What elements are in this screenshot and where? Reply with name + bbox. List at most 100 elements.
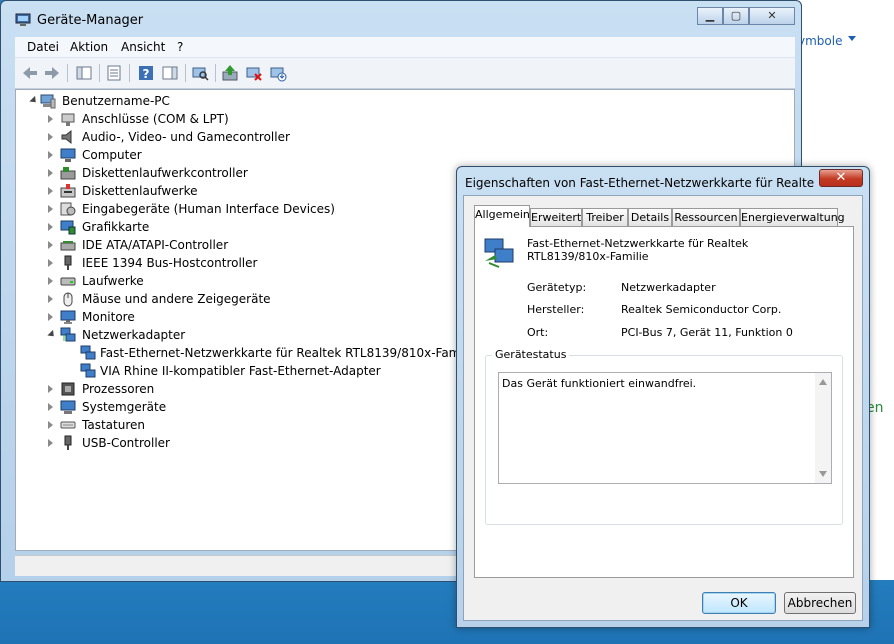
ide-controller-icon bbox=[60, 241, 76, 251]
field-value-ort: PCI-Bus 7, Gerät 11, Funktion 0 bbox=[621, 326, 793, 339]
expand-arrow-icon[interactable] bbox=[48, 223, 53, 231]
tree-item-label: Grafikkarte bbox=[82, 220, 150, 234]
tree-item-label: IDE ATA/ATAPI-Controller bbox=[82, 238, 229, 252]
tree-item-label: Netzwerkadapter bbox=[82, 328, 186, 342]
expand-arrow-icon[interactable] bbox=[48, 187, 53, 195]
tree-item-label: IEEE 1394 Bus-Hostcontroller bbox=[82, 256, 258, 270]
expand-arrow-icon[interactable] bbox=[48, 313, 53, 321]
expand-arrow-icon[interactable] bbox=[48, 169, 53, 177]
tab-energieverwaltung[interactable]: Energieverwaltung bbox=[740, 208, 845, 226]
scroll-up-icon[interactable] bbox=[819, 379, 827, 385]
port-icon bbox=[61, 113, 75, 126]
background-link[interactable]: ymbole bbox=[798, 34, 842, 48]
update-driver-icon[interactable] bbox=[221, 64, 239, 82]
tab-panel-allgemein: Fast-Ethernet-Netzwerkkarte für Realtek … bbox=[474, 226, 854, 578]
usb-icon bbox=[64, 435, 72, 450]
minimize-button[interactable]: ▁ bbox=[697, 7, 723, 25]
display-adapter-icon bbox=[60, 220, 76, 235]
help-icon[interactable]: ? bbox=[137, 64, 155, 82]
tree-item-label: Prozessoren bbox=[82, 382, 155, 396]
expand-arrow-icon[interactable] bbox=[48, 439, 53, 447]
action-pane-icon[interactable] bbox=[161, 64, 179, 82]
dropdown-arrow-icon[interactable] bbox=[848, 36, 856, 41]
collapse-arrow-icon[interactable] bbox=[29, 95, 39, 106]
show-hide-tree-icon[interactable] bbox=[75, 64, 93, 82]
expand-arrow-icon[interactable] bbox=[48, 115, 53, 123]
dialog-title: Eigenschaften von Fast-Ethernet-Netzwerk… bbox=[465, 176, 815, 190]
floppy-controller-icon bbox=[60, 167, 76, 180]
scan-hardware-icon[interactable] bbox=[191, 64, 209, 82]
disable-device-icon[interactable] bbox=[245, 64, 263, 82]
ok-button[interactable]: OK bbox=[702, 592, 776, 614]
menu-ansicht[interactable]: Ansicht bbox=[121, 40, 165, 54]
field-label-hersteller: Hersteller: bbox=[527, 303, 585, 316]
network-card-icon bbox=[80, 345, 96, 360]
toolbar-separator bbox=[185, 64, 186, 82]
speaker-icon bbox=[61, 129, 72, 145]
device-status-group: Gerätestatus Das Gerät funktioniert einw… bbox=[485, 348, 843, 525]
toolbar-separator bbox=[99, 64, 100, 82]
menu-datei[interactable]: Datei bbox=[27, 40, 59, 54]
mouse-icon bbox=[63, 292, 73, 307]
computer-icon bbox=[60, 148, 76, 162]
expand-arrow-icon[interactable] bbox=[48, 205, 53, 213]
expand-arrow-icon[interactable] bbox=[48, 277, 53, 285]
device-status-group-label: Gerätestatus bbox=[492, 348, 570, 361]
close-icon: ✕ bbox=[767, 9, 777, 22]
tab-details[interactable]: Details bbox=[628, 208, 672, 226]
tab-erweitert[interactable]: Erweitert bbox=[530, 208, 582, 226]
field-value-geraetetyp: Netzwerkadapter bbox=[621, 281, 716, 294]
expand-arrow-icon[interactable] bbox=[48, 385, 53, 393]
tab-treiber[interactable]: Treiber bbox=[582, 208, 628, 226]
network-adapter-icon bbox=[60, 327, 76, 342]
menu-aktion[interactable]: Aktion bbox=[70, 40, 108, 54]
svg-text:?: ? bbox=[143, 67, 150, 81]
window-title: Geräte-Manager bbox=[37, 13, 144, 28]
menu-help[interactable]: ? bbox=[177, 40, 183, 54]
cancel-button[interactable]: Abbrechen bbox=[784, 592, 856, 614]
device-status-textbox[interactable]: Das Gerät funktioniert einwandfrei. bbox=[498, 372, 832, 484]
expand-arrow-icon[interactable] bbox=[48, 151, 53, 159]
field-label-ort: Ort: bbox=[527, 326, 549, 339]
tree-item-label: Laufwerke bbox=[82, 274, 144, 288]
device-name-line1: Fast-Ethernet-Netzwerkkarte für Realtek bbox=[527, 237, 749, 250]
toolbar: ? bbox=[15, 57, 795, 89]
maximize-button[interactable]: ▢ bbox=[723, 7, 749, 25]
tree-item-label: Computer bbox=[82, 148, 142, 162]
maximize-icon: ▢ bbox=[730, 9, 742, 22]
device-name-line2: RTL8139/810x-Familie bbox=[527, 250, 649, 263]
processor-icon bbox=[61, 382, 75, 396]
network-card-icon bbox=[80, 363, 96, 378]
expand-arrow-icon[interactable] bbox=[48, 241, 53, 249]
forward-arrow-icon[interactable] bbox=[43, 64, 61, 82]
expand-arrow-icon[interactable] bbox=[48, 421, 53, 429]
uninstall-device-icon[interactable] bbox=[269, 64, 287, 82]
field-label-geraetetyp: Gerätetyp: bbox=[527, 281, 587, 294]
back-arrow-icon[interactable] bbox=[21, 64, 39, 82]
expand-arrow-icon[interactable] bbox=[48, 295, 53, 303]
expand-arrow-icon[interactable] bbox=[48, 133, 53, 141]
system-devices-icon bbox=[60, 400, 76, 414]
properties-icon[interactable] bbox=[105, 64, 123, 82]
window-close-button[interactable]: ✕ bbox=[749, 7, 795, 25]
tree-item-label: Systemgeräte bbox=[82, 400, 167, 414]
tree-item-label: Eingabegeräte (Human Interface Devices) bbox=[82, 202, 335, 216]
collapse-arrow-icon[interactable] bbox=[47, 329, 57, 340]
expand-arrow-icon[interactable] bbox=[48, 403, 53, 411]
dialog-close-button[interactable]: ✕ bbox=[819, 169, 863, 187]
status-scrollbar[interactable] bbox=[815, 373, 831, 483]
expand-arrow-icon[interactable] bbox=[48, 259, 53, 267]
menu-bar: Datei Aktion Ansicht ? bbox=[15, 37, 795, 57]
hid-icon bbox=[60, 202, 76, 216]
disk-drive-icon bbox=[60, 277, 76, 286]
tree-item-label: Audio-, Video- und Gamecontroller bbox=[82, 130, 290, 144]
tree-subitem-label: VIA Rhine II-kompatibler Fast-Ethernet-A… bbox=[100, 364, 381, 378]
tab-ressourcen[interactable]: Ressourcen bbox=[672, 208, 740, 226]
close-icon: ✕ bbox=[835, 170, 847, 185]
keyboard-icon bbox=[60, 421, 76, 429]
tab-allgemein[interactable]: Allgemein bbox=[474, 205, 530, 227]
device-manager-app-icon bbox=[15, 13, 31, 26]
properties-dialog: Eigenschaften von Fast-Ethernet-Netzwerk… bbox=[456, 166, 870, 628]
scroll-down-icon[interactable] bbox=[819, 471, 827, 477]
tree-subitem-label: Fast-Ethernet-Netzwerkkarte für Realtek … bbox=[100, 346, 478, 360]
